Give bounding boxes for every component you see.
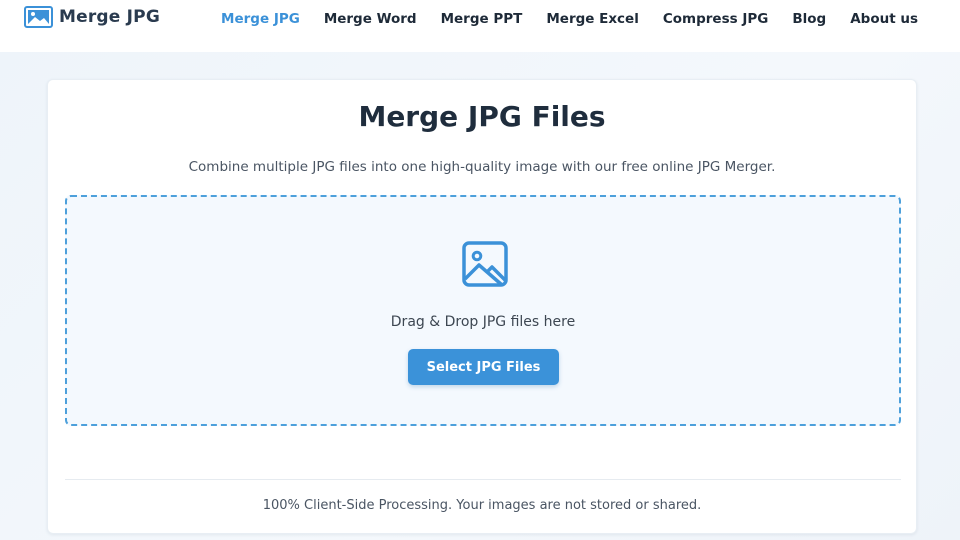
nav-merge-word[interactable]: Merge Word bbox=[312, 10, 429, 28]
main-nav: Merge JPG Merge Word Merge PPT Merge Exc… bbox=[209, 10, 930, 28]
privacy-note: 100% Client-Side Processing. Your images… bbox=[262, 498, 702, 513]
nav-about-us[interactable]: About us bbox=[838, 10, 930, 28]
file-dropzone[interactable]: Drag & Drop JPG files here Select JPG Fi… bbox=[65, 195, 901, 426]
divider bbox=[65, 479, 901, 480]
select-files-button[interactable]: Select JPG Files bbox=[408, 349, 559, 385]
nav-compress-jpg[interactable]: Compress JPG bbox=[651, 10, 781, 28]
page-title: Merge JPG Files bbox=[358, 100, 606, 133]
nav-blog[interactable]: Blog bbox=[780, 10, 838, 28]
nav-merge-ppt[interactable]: Merge PPT bbox=[429, 10, 535, 28]
image-icon bbox=[462, 241, 508, 287]
brand-logo-link[interactable]: Merge JPG bbox=[24, 4, 160, 30]
merge-card: Merge JPG Files Combine multiple JPG fil… bbox=[47, 79, 917, 534]
dropzone-text: Drag & Drop JPG files here bbox=[390, 314, 576, 330]
top-navbar: Merge JPG Merge JPG Merge Word Merge PPT… bbox=[0, 0, 960, 52]
nav-merge-excel[interactable]: Merge Excel bbox=[534, 10, 650, 28]
nav-merge-jpg[interactable]: Merge JPG bbox=[209, 10, 312, 28]
brand-name: Merge JPG bbox=[59, 7, 160, 27]
page-subtitle: Combine multiple JPG files into one high… bbox=[188, 159, 776, 175]
image-icon bbox=[24, 6, 53, 28]
